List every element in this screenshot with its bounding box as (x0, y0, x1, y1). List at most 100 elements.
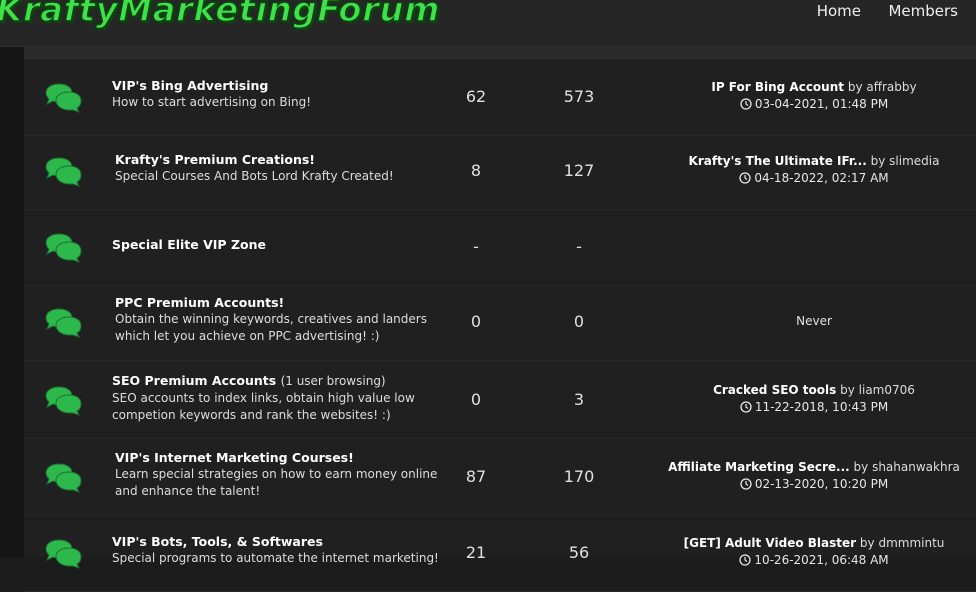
thread-count: 87 (465, 467, 487, 486)
last-post-by-label: by (853, 460, 869, 474)
left-gutter (0, 47, 24, 557)
forum-title-link[interactable]: SEO Premium Accounts (112, 373, 276, 388)
last-post-user-link[interactable]: shahanwakhra (872, 460, 960, 474)
speech-bubbles-icon (44, 157, 82, 187)
clock-icon (740, 401, 752, 413)
thread-count: 8 (470, 161, 482, 180)
last-post-thread-link[interactable]: Cracked SEO tools (713, 383, 836, 397)
site-logo[interactable]: KraftyMarketingForum (0, 0, 440, 31)
forum-description: which let you achieve on PPC advertising… (115, 329, 380, 343)
forum-description: How to start advertising on Bing! (112, 95, 312, 109)
post-count: 56 (568, 543, 590, 562)
post-count: 170 (563, 467, 595, 486)
thread-count: 0 (470, 312, 482, 331)
nav-members-link[interactable]: Members (888, 2, 958, 20)
last-post: Cracked SEO tools by liam0706 11-22-2018,… (664, 382, 964, 416)
forum-row: Special Elite VIP Zone - - (24, 209, 976, 286)
forum-info: Krafty's Premium Creations! Special Cours… (115, 151, 394, 185)
last-post-line: Krafty's The Ultimate IFr... by slimedia (664, 153, 964, 170)
last-post-by-label: by (840, 383, 855, 397)
last-post-date-line: 10-26-2021, 06:48 AM (664, 552, 964, 569)
speech-bubbles-icon (44, 539, 82, 569)
last-post-line: [GET] Adult Video Blaster by dmmmintu (664, 535, 964, 552)
last-post: [GET] Adult Video Blaster by dmmmintu 10-… (664, 535, 964, 569)
last-post-date: 10-26-2021, 06:48 AM (754, 553, 889, 567)
last-post-date: 11-22-2018, 10:43 PM (754, 400, 889, 414)
forum-description: Special programs to automate the interne… (112, 551, 439, 565)
forum-info: Special Elite VIP Zone (112, 236, 266, 253)
last-post-date-line: 11-22-2018, 10:43 PM (664, 399, 964, 416)
forum-title-link[interactable]: VIP's Bing Advertising (112, 78, 268, 93)
forum-info: VIP's Bing Advertising How to start adver… (112, 77, 311, 111)
forum-title-line: Special Elite VIP Zone (112, 236, 266, 253)
last-post-never: Never (796, 314, 832, 328)
last-post-line: Affiliate Marketing Secre... by shahanwa… (664, 459, 964, 476)
forum-title-line: VIP's Internet Marketing Courses! (115, 449, 437, 466)
last-post-user-link[interactable]: dmmmintu (878, 536, 944, 550)
clock-icon (740, 98, 752, 110)
post-count: 573 (563, 87, 595, 106)
forum-title-link[interactable]: VIP's Bots, Tools, & Softwares (112, 534, 323, 549)
forum-description: SEO accounts to index links, obtain high… (112, 391, 415, 405)
last-post-date: 02-13-2020, 10:20 PM (754, 477, 889, 491)
last-post-date: 04-18-2022, 02:17 AM (754, 171, 889, 185)
forum-info: PPC Premium Accounts! Obtain the winning … (115, 294, 427, 345)
forum-title-link[interactable]: PPC Premium Accounts! (115, 295, 284, 310)
forum-title-line: VIP's Bing Advertising (112, 77, 311, 94)
clock-icon (739, 172, 751, 184)
last-post-user-link[interactable]: liam0706 (859, 383, 915, 397)
forum-row: VIP's Bing Advertising How to start adver… (24, 59, 976, 136)
last-post: IP For Bing Account by affrabby 03-04-202… (664, 79, 964, 113)
thread-count: - (473, 237, 479, 256)
last-post-user-link[interactable]: affrabby (866, 80, 916, 94)
last-post-thread-link[interactable]: Affiliate Marketing Secre... (668, 460, 850, 474)
last-post-line: Cracked SEO tools by liam0706 (664, 382, 964, 399)
last-post-thread-link[interactable]: IP For Bing Account (711, 80, 844, 94)
forum-title-link[interactable]: Special Elite VIP Zone (112, 237, 266, 252)
site-header: KraftyMarketingForum Home Members (0, 0, 976, 47)
last-post: Krafty's The Ultimate IFr... by slimedia… (664, 153, 964, 187)
last-post-by-label: by (870, 154, 886, 168)
forum-row: SEO Premium Accounts (1 user browsing) SE… (24, 362, 976, 439)
last-post-by-label: by (847, 80, 863, 94)
nav-home-link[interactable]: Home (817, 2, 861, 20)
last-post-date-line: 04-18-2022, 02:17 AM (664, 170, 964, 187)
clock-icon (740, 478, 752, 490)
last-post-user-link[interactable]: slimedia (889, 154, 939, 168)
speech-bubbles-icon (44, 386, 82, 416)
post-count: 3 (573, 390, 585, 409)
forum-title-line: PPC Premium Accounts! (115, 294, 427, 311)
last-post-thread-link[interactable]: [GET] Adult Video Blaster (684, 536, 856, 550)
thread-count: 0 (470, 390, 482, 409)
post-count: - (576, 237, 582, 256)
last-post-date: 03-04-2021, 01:48 PM (754, 97, 889, 111)
speech-bubbles-icon (44, 308, 82, 338)
forum-title-line: VIP's Bots, Tools, & Softwares (112, 533, 439, 550)
forum-title-link[interactable]: VIP's Internet Marketing Courses! (115, 450, 354, 465)
forum-description: Special Courses And Bots Lord Krafty Cre… (115, 169, 394, 183)
forum-title-link[interactable]: Krafty's Premium Creations! (115, 152, 315, 167)
forum-description: competion keywords and rank the websites… (112, 408, 391, 422)
forum-row: PPC Premium Accounts! Obtain the winning … (24, 284, 976, 361)
forum-row: VIP's Bots, Tools, & Softwares Special pr… (24, 515, 976, 592)
forum-info: VIP's Bots, Tools, & Softwares Special pr… (112, 533, 439, 567)
speech-bubbles-icon (44, 463, 82, 493)
thread-count: 62 (465, 87, 487, 106)
forum-title-line: SEO Premium Accounts (1 user browsing) (112, 372, 415, 390)
last-post-date-line: 02-13-2020, 10:20 PM (664, 476, 964, 493)
last-post-date-line: 03-04-2021, 01:48 PM (664, 96, 964, 113)
forum-title-line: Krafty's Premium Creations! (115, 151, 394, 168)
last-post-thread-link[interactable]: Krafty's The Ultimate IFr... (689, 154, 867, 168)
forum-row: Krafty's Premium Creations! Special Cours… (24, 133, 976, 210)
forum-info: VIP's Internet Marketing Courses! Learn s… (115, 449, 437, 500)
last-post-line: IP For Bing Account by affrabby (664, 79, 964, 96)
post-count: 0 (573, 312, 585, 331)
forum-description: Learn special strategies on how to earn … (115, 467, 438, 481)
last-post-by-label: by (859, 536, 875, 550)
forum-description: Obtain the winning keywords, creatives a… (115, 312, 427, 326)
forum-row: VIP's Internet Marketing Courses! Learn s… (24, 439, 976, 516)
forum-info: SEO Premium Accounts (1 user browsing) SE… (112, 372, 415, 424)
thread-count: 21 (465, 543, 487, 562)
speech-bubbles-icon (44, 233, 82, 263)
last-post: Affiliate Marketing Secre... by shahanwa… (664, 459, 964, 493)
